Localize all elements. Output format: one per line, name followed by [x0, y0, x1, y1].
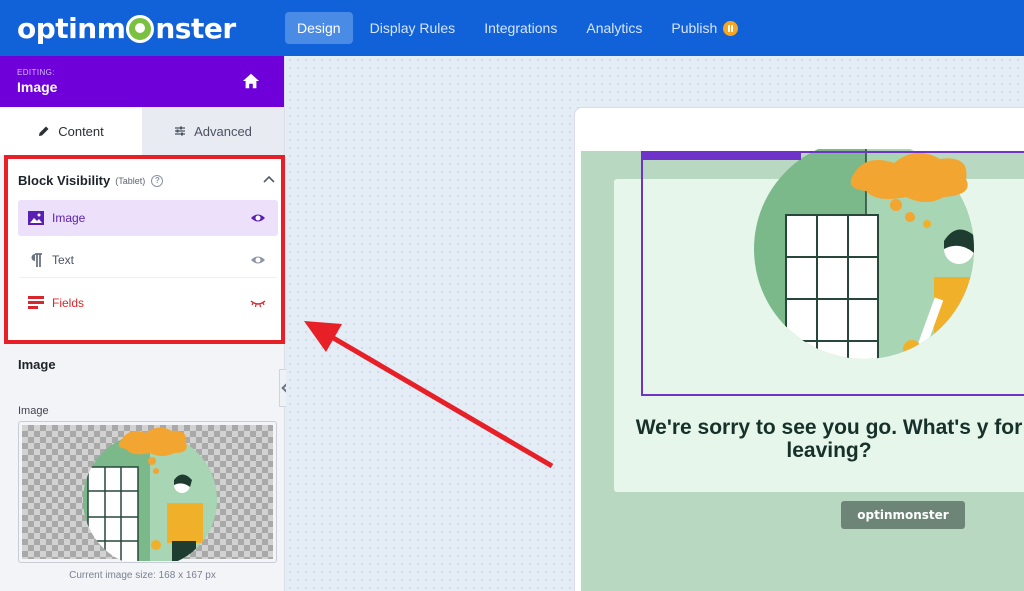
home-icon[interactable]: [242, 72, 260, 90]
nav-design[interactable]: Design: [285, 12, 353, 44]
nav-display-rules[interactable]: Display Rules: [358, 12, 468, 44]
tab-content-label: Content: [58, 123, 104, 139]
editing-title: Image: [17, 79, 58, 95]
panel-tabs: Content Advanced: [0, 107, 284, 155]
left-panel: EDITING: Image Content Advanced Block Vi…: [0, 56, 285, 591]
visibility-item-text[interactable]: Text: [18, 242, 278, 278]
main-nav: Design Display Rules Integrations Analyt…: [285, 12, 755, 44]
paused-status-icon: [723, 20, 739, 36]
selected-block-outline: [641, 151, 1024, 396]
popup-headline[interactable]: We're sorry to see you go. What's y for …: [614, 416, 1024, 462]
top-bar: optinm nster Design Display Rules Integra…: [0, 0, 1024, 56]
device-tag: (Tablet): [115, 175, 146, 186]
nav-publish[interactable]: Publish: [659, 12, 750, 44]
block-toolbar[interactable]: [641, 151, 801, 160]
nav-publish-label: Publish: [671, 20, 718, 36]
tab-content[interactable]: Content: [0, 107, 142, 155]
block-visibility-header[interactable]: Block Visibility (Tablet) ?: [18, 173, 164, 188]
editing-header: EDITING: Image: [0, 56, 284, 107]
eye-closed-icon[interactable]: [250, 295, 266, 311]
fields-icon: [28, 296, 44, 309]
tab-advanced[interactable]: Advanced: [142, 107, 284, 155]
image-size-caption: Current image size: 168 x 167 px: [69, 570, 216, 581]
image-section-title: Image: [18, 357, 56, 372]
paragraph-icon: [31, 252, 42, 267]
sliders-icon: [175, 126, 186, 136]
visibility-item-label: Image: [52, 211, 86, 225]
block-visibility-section: Block Visibility (Tablet) ? Image Text F…: [4, 155, 285, 344]
image-block-icon: [28, 211, 44, 225]
monster-icon: [126, 15, 155, 43]
image-field-label: Image: [18, 405, 49, 417]
editing-kicker: EDITING:: [17, 68, 55, 77]
powered-by-badge[interactable]: optinmonster: [841, 501, 965, 529]
visibility-item-label: Fields: [52, 296, 85, 310]
help-icon[interactable]: ?: [151, 174, 164, 187]
nav-analytics[interactable]: Analytics: [574, 12, 654, 44]
eye-icon[interactable]: [250, 210, 266, 226]
chevron-up-icon[interactable]: [263, 175, 275, 183]
pencil-icon: [39, 126, 49, 136]
optinmonster-logo[interactable]: optinm nster: [17, 10, 236, 46]
illustration-thumbnail: [83, 427, 217, 561]
transparency-background: [22, 425, 273, 561]
nav-integrations[interactable]: Integrations: [472, 12, 569, 44]
visibility-item-fields[interactable]: Fields: [18, 285, 278, 321]
visibility-item-label: Text: [52, 252, 75, 267]
block-visibility-title: Block Visibility: [18, 173, 111, 188]
image-upload-preview[interactable]: [18, 421, 277, 563]
eye-icon[interactable]: [250, 252, 266, 268]
tab-advanced-label: Advanced: [194, 123, 252, 139]
visibility-item-image[interactable]: Image: [18, 200, 278, 236]
